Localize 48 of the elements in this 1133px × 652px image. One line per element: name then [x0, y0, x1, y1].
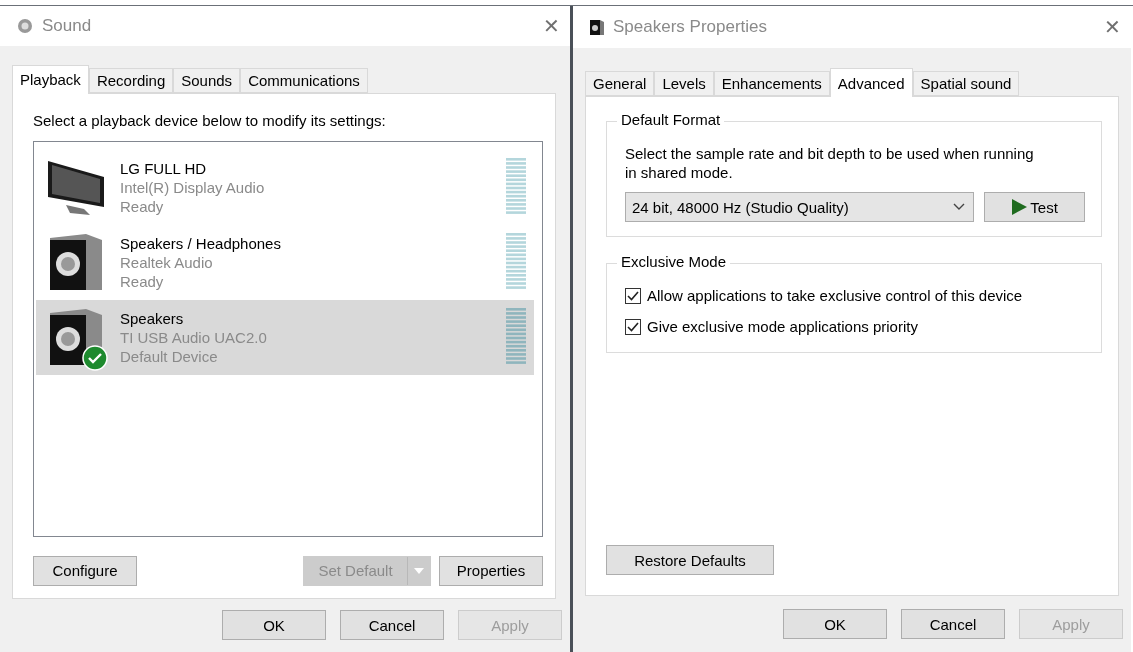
tab[interactable]: Spatial sound — [912, 71, 1020, 96]
tab[interactable]: Playback — [12, 64, 89, 94]
device-row[interactable]: Speakers / Headphones Realtek Audio Ready — [36, 224, 534, 300]
group-title: Default Format — [617, 111, 725, 128]
tab[interactable]: Enhancements — [713, 71, 830, 96]
device-name: Speakers / Headphones — [120, 233, 282, 253]
format-description: Select the sample rate and bit depth to be used when running in shared mode. — [625, 144, 1035, 182]
device-status: Ready — [120, 271, 165, 291]
close-button[interactable]: ✕ — [1104, 15, 1121, 39]
checkbox-label: Give exclusive mode applications priority — [647, 318, 918, 335]
window-title: Sound — [42, 16, 93, 37]
device-name: LG FULL HD — [120, 158, 208, 178]
close-button[interactable]: ✕ — [543, 14, 560, 39]
dialog-button[interactable]: OK — [222, 610, 326, 641]
dialog-button[interactable]: OK — [783, 609, 887, 639]
device-name: Speakers — [120, 308, 185, 328]
device-row[interactable]: Speakers TI USB Audio UAC2.0 Default Device — [36, 299, 534, 375]
tab[interactable]: Advanced — [829, 68, 913, 97]
window-title: Speakers Properties — [613, 17, 769, 37]
checkbox[interactable] — [625, 318, 641, 335]
tab[interactable]: Levels — [654, 71, 714, 96]
instruction-text: Select a playback device below to modify its settings: — [33, 111, 387, 129]
device-driver: TI USB Audio UAC2.0 — [120, 327, 268, 347]
format-dropdown[interactable]: 24 bit, 48000 Hz (Studio Quality) — [625, 192, 975, 222]
device-status: Ready — [120, 196, 165, 216]
chevron-down-icon — [953, 203, 966, 211]
device-driver: Realtek Audio — [120, 252, 214, 272]
checkbox[interactable] — [625, 287, 641, 304]
checkbox-label: Allow applications to take exclusive control of this device — [647, 287, 1023, 304]
tab[interactable]: Sounds — [173, 67, 241, 93]
device-driver: Intel(R) Display Audio — [120, 177, 266, 197]
play-icon — [1011, 199, 1028, 215]
level-meter-icon — [506, 308, 526, 367]
tab[interactable]: General — [585, 71, 655, 96]
level-meter-icon — [506, 158, 526, 217]
restore-defaults-button[interactable]: Restore Defaults — [606, 545, 774, 575]
device-row[interactable]: LG FULL HD Intel(R) Display Audio Ready — [36, 149, 534, 225]
device-status: Default Device — [120, 346, 219, 366]
dialog-button[interactable]: Cancel — [340, 610, 444, 641]
group-title: Exclusive Mode — [617, 253, 731, 270]
test-button[interactable]: Test — [984, 192, 1085, 222]
panel-button[interactable]: Properties — [439, 555, 543, 586]
dialog-button[interactable]: Cancel — [901, 609, 1005, 639]
tab[interactable]: Recording — [88, 67, 174, 93]
tab[interactable]: Communications — [240, 67, 368, 93]
default-check-icon — [82, 345, 108, 372]
level-meter-icon — [506, 233, 526, 292]
panel-button[interactable]: Configure — [33, 555, 137, 586]
